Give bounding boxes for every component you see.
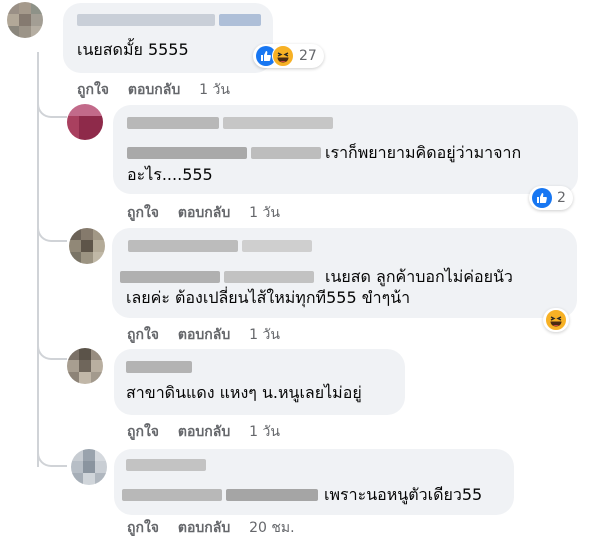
comment-bubble: เราก็พยายามคิดอยู่ว่ามาจาก อะไร....555 — [113, 105, 578, 194]
comment-bubble: เนยสด ลูกค้าบอกไม่ค่อยนัว เลยค่ะ ต้องเปล… — [112, 228, 577, 318]
comment-text: สาขาดินแดง แหงๆ น.หนูเลยไม่อยู่ — [126, 383, 362, 402]
haha-icon — [272, 45, 294, 67]
redacted-text — [122, 489, 222, 501]
reaction-count: 2 — [557, 190, 566, 206]
timestamp[interactable]: 1 วัน — [249, 424, 280, 440]
redacted-author-name — [242, 240, 312, 252]
comment-actions: ถูกใจ ตอบกลับ 20 ชม. — [127, 517, 309, 539]
like-button[interactable]: ถูกใจ — [127, 327, 159, 343]
redacted-text — [127, 147, 247, 159]
redacted-author-name — [128, 240, 238, 252]
avatar[interactable] — [7, 2, 43, 38]
reply-button[interactable]: ตอบกลับ — [178, 327, 230, 343]
redacted-author-name — [127, 117, 219, 129]
reaction-count: 27 — [299, 48, 317, 64]
redacted-author-name — [219, 14, 261, 26]
like-button[interactable]: ถูกใจ — [127, 424, 159, 440]
redacted-text — [120, 271, 220, 283]
like-button[interactable]: ถูกใจ — [77, 82, 109, 98]
reaction-summary[interactable]: 27 — [253, 44, 324, 68]
avatar[interactable] — [67, 104, 103, 140]
comment-bubble: เนยสดมั้ย 5555 — [63, 3, 273, 73]
comment-text: เลยค่ะ ต้องเปลี่ยนไส้ใหม่ทุกที555 ขำๆน้า — [126, 288, 411, 307]
redacted-author-name — [126, 459, 206, 471]
timestamp[interactable]: 20 ชม. — [249, 520, 294, 536]
redacted-text — [226, 489, 318, 501]
comment-text: เราก็พยายามคิดอยู่ว่ามาจาก — [325, 143, 522, 162]
thread-connector — [37, 340, 67, 360]
comment-actions: ถูกใจ ตอบกลับ 1 วัน — [127, 421, 294, 443]
comment-bubble: สาขาดินแดง แหงๆ น.หนูเลยไม่อยู่ — [114, 349, 405, 415]
reply-button[interactable]: ตอบกลับ — [178, 205, 230, 221]
avatar[interactable] — [71, 449, 107, 485]
timestamp[interactable]: 1 วัน — [249, 205, 280, 221]
comment-text: อะไร....555 — [127, 165, 213, 184]
redacted-text — [251, 147, 321, 159]
avatar[interactable] — [69, 228, 105, 264]
thread-connector — [37, 447, 67, 467]
haha-icon — [545, 309, 567, 331]
thread-connector — [37, 98, 67, 118]
redacted-author-name — [77, 14, 215, 26]
redacted-author-name — [126, 361, 192, 373]
like-icon — [532, 188, 552, 208]
reaction-summary[interactable] — [543, 308, 569, 332]
comment-actions: ถูกใจ ตอบกลับ 1 วัน — [127, 324, 294, 346]
comment-actions: ถูกใจ ตอบกลับ 1 วัน — [77, 79, 244, 101]
thread-connector — [37, 222, 67, 242]
redacted-text — [224, 271, 314, 283]
comment-text: เนยสดมั้ย 5555 — [77, 40, 189, 59]
reply-button[interactable]: ตอบกลับ — [178, 424, 230, 440]
reply-button[interactable]: ตอบกลับ — [128, 82, 180, 98]
thread-line — [37, 52, 39, 467]
reaction-summary[interactable]: 2 — [529, 186, 573, 210]
reply-button[interactable]: ตอบกลับ — [178, 520, 230, 536]
comment-text: เพราะนอหนูตัวเดียว55 — [324, 485, 483, 504]
avatar[interactable] — [67, 348, 103, 384]
timestamp[interactable]: 1 วัน — [249, 327, 280, 343]
comment-bubble: เพราะนอหนูตัวเดียว55 — [114, 449, 514, 515]
like-button[interactable]: ถูกใจ — [127, 205, 159, 221]
comment-actions: ถูกใจ ตอบกลับ 1 วัน — [127, 202, 294, 224]
timestamp[interactable]: 1 วัน — [199, 82, 230, 98]
like-button[interactable]: ถูกใจ — [127, 520, 159, 536]
redacted-author-name — [223, 117, 333, 129]
